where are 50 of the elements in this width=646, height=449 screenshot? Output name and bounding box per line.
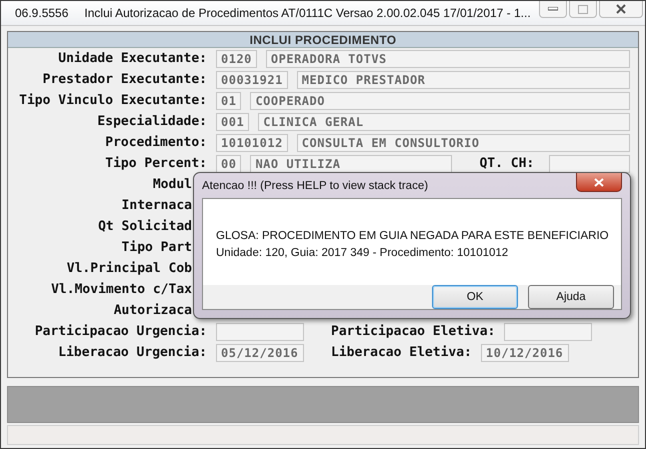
field-label: Tipo Percent: <box>104 156 207 171</box>
input-field[interactable]: 0120 <box>216 50 257 68</box>
field-label: Internaca <box>120 198 192 213</box>
dialog-button[interactable]: Ajuda <box>528 285 614 309</box>
dialog-message: Unidade: 120, Guia: 2017 349 - Procedimento: 10101012 <box>216 246 510 261</box>
input-field[interactable] <box>504 322 592 340</box>
dialog-title: Atencao !!! (Press HELP to view stack trace) <box>202 180 428 192</box>
input-field[interactable]: OPERADORA TOTVS <box>266 50 630 68</box>
field-label: Modul <box>152 177 192 192</box>
dialog-message: GLOSA: PROCEDIMENTO EM GUIA NEGADA PARA ESTE BENEFICIARIO <box>216 229 608 244</box>
input-field[interactable]: CLINICA GERAL <box>258 112 630 130</box>
field-label: Liberacao Eletiva: <box>331 345 472 360</box>
minimize-button[interactable] <box>538 1 567 18</box>
close-icon <box>616 4 626 14</box>
input-field[interactable]: 01 <box>216 92 242 110</box>
input-field[interactable]: 00 <box>216 154 242 172</box>
panel-title: INCLUI PROCEDIMENTO <box>8 32 638 48</box>
input-field[interactable]: NAO UTILIZA <box>250 154 452 172</box>
window-title: Inclui Autorizacao de Procedimentos AT/0111C Versao 2.00.02.045 17/01/2017 - 1... <box>84 6 531 20</box>
window-title: 06.9.5556 <box>15 6 68 20</box>
field-label: Autorizaca <box>112 303 192 318</box>
field-label: Qt Solicitad <box>97 219 192 234</box>
field-label: Vl.Principal Cob <box>66 261 192 276</box>
input-field[interactable]: COOPERADO <box>250 92 630 110</box>
input-field[interactable]: 001 <box>216 112 250 130</box>
minimize-icon <box>548 7 558 11</box>
field-label: Vl.Movimento c/Tax <box>50 282 192 297</box>
input-field[interactable] <box>216 322 304 340</box>
field-label: Participacao Eletiva: <box>331 324 496 339</box>
close-button[interactable] <box>576 173 622 192</box>
field-label: Procedimento: <box>104 135 207 150</box>
input-field[interactable]: 00031921 <box>216 70 288 88</box>
input-field[interactable]: MEDICO PRESTADOR <box>296 70 630 88</box>
input-field[interactable]: CONSULTA EM CONSULTORIO <box>296 134 630 152</box>
close-icon <box>594 178 604 186</box>
field-label: Especialidade: <box>96 114 207 129</box>
field-label: Tipo Vinculo Executante: <box>18 93 207 108</box>
input-field[interactable]: 10101012 <box>216 134 288 152</box>
field-label: Tipo Part <box>120 240 192 255</box>
input-field[interactable]: 05/12/2016 <box>216 344 304 362</box>
maximize-icon <box>578 4 588 14</box>
field-label: QT. CH: <box>479 156 534 171</box>
input-field[interactable]: 10/12/2016 <box>480 344 569 362</box>
input-field[interactable] <box>549 154 630 172</box>
field-label: Participacao Urgencia: <box>34 324 207 339</box>
field-label: Unidade Executante: <box>57 51 207 66</box>
field-label: Liberacao Urgencia: <box>57 345 207 360</box>
field-label: Prestador Executante: <box>42 72 207 87</box>
close-button[interactable] <box>598 1 643 18</box>
dialog-button[interactable]: OK <box>432 285 518 309</box>
